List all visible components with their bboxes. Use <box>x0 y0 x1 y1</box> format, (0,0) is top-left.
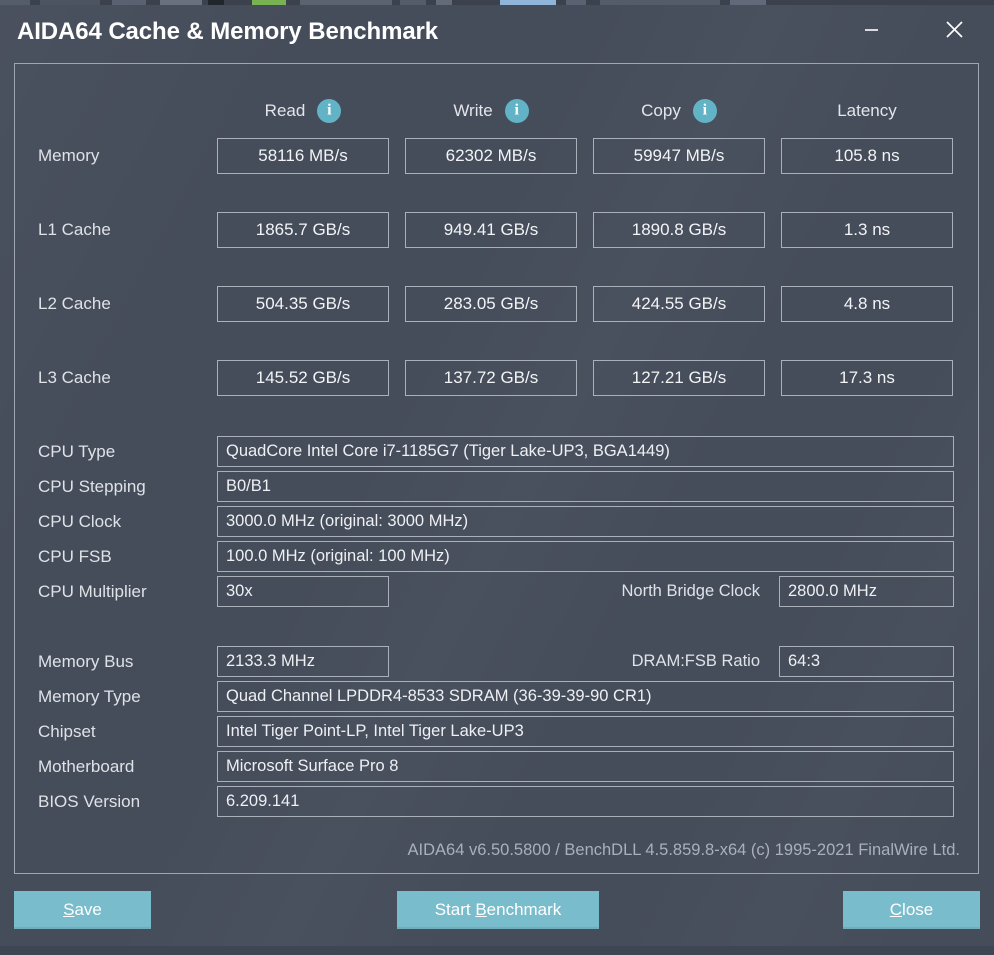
minimize-icon <box>864 28 878 31</box>
save-button[interactable]: Save <box>14 891 151 929</box>
info-icon-write[interactable]: i <box>504 99 529 123</box>
row-label-l2-cache: L2 Cache <box>38 294 111 313</box>
l3-write-value: 137.72 GB/s <box>405 360 577 396</box>
info-icon-copy[interactable]: i <box>692 99 717 123</box>
window-title: AIDA64 Cache & Memory Benchmark <box>17 18 439 45</box>
start-benchmark-button[interactable]: Start Benchmark <box>397 891 599 929</box>
row-label-l3-cache: L3 Cache <box>38 368 111 387</box>
column-header-latency-label: Latency <box>837 101 897 120</box>
minimize-button[interactable] <box>843 5 899 53</box>
cpu-multiplier-value: 30x <box>217 576 389 607</box>
memory-copy-value: 59947 MB/s <box>593 138 765 174</box>
l3-latency-value: 17.3 ns <box>781 360 953 396</box>
memory-type-value: Quad Channel LPDDR4-8533 SDRAM (36-39-39… <box>217 681 954 712</box>
save-button-label: Save <box>63 900 102 920</box>
column-header-copy-label: Copy <box>641 101 681 120</box>
l2-read-value: 504.35 GB/s <box>217 286 389 322</box>
bottom-edge-bar <box>0 946 994 955</box>
column-header-read-label: Read <box>264 101 306 120</box>
memory-bus-label: Memory Bus <box>38 652 134 671</box>
l2-latency-value: 4.8 ns <box>781 286 953 322</box>
chipset-label: Chipset <box>38 722 96 741</box>
save-label-suffix: ave <box>74 900 102 919</box>
close-icon <box>945 20 963 38</box>
north-bridge-clock-label: North Bridge Clock <box>621 582 760 600</box>
row-label-l1-cache: L1 Cache <box>38 220 111 239</box>
cpu-fsb-label: CPU FSB <box>38 547 112 566</box>
l3-copy-value: 127.21 GB/s <box>593 360 765 396</box>
memory-type-label: Memory Type <box>38 687 141 706</box>
motherboard-label: Motherboard <box>38 757 135 776</box>
cpu-stepping-value: B0/B1 <box>217 471 954 502</box>
start-label-prefix: Start <box>434 900 476 919</box>
cpu-clock-value: 3000.0 MHz (original: 3000 MHz) <box>217 506 954 537</box>
l2-write-value: 283.05 GB/s <box>405 286 577 322</box>
memory-latency-value: 105.8 ns <box>781 138 953 174</box>
info-icon-read[interactable]: i <box>317 99 342 123</box>
north-bridge-clock-value: 2800.0 MHz <box>779 576 954 607</box>
cpu-type-value: QuadCore Intel Core i7-1185G7 (Tiger Lak… <box>217 436 954 467</box>
cpu-multiplier-label: CPU Multiplier <box>38 582 147 601</box>
bios-version-value: 6.209.141 <box>217 786 954 817</box>
close-label-suffix: lose <box>902 900 934 919</box>
l2-copy-value: 424.55 GB/s <box>593 286 765 322</box>
l3-read-value: 145.52 GB/s <box>217 360 389 396</box>
dram-fsb-ratio-value: 64:3 <box>779 646 954 677</box>
chipset-value: Intel Tiger Point-LP, Intel Tiger Lake-U… <box>217 716 954 747</box>
column-header-read: Read i <box>217 97 389 125</box>
l1-write-value: 949.41 GB/s <box>405 212 577 248</box>
cpu-type-label: CPU Type <box>38 442 116 461</box>
dram-fsb-ratio-label: DRAM:FSB Ratio <box>631 652 760 670</box>
column-header-write-label: Write <box>453 101 493 120</box>
close-label-accel: C <box>889 900 903 919</box>
start-benchmark-label: Start Benchmark <box>435 900 562 920</box>
cpu-clock-label: CPU Clock <box>38 512 122 531</box>
bios-version-label: BIOS Version <box>38 792 141 811</box>
version-footer-text: AIDA64 v6.50.5800 / BenchDLL 4.5.859.8-x… <box>407 841 960 859</box>
cpu-fsb-value: 100.0 MHz (original: 100 MHz) <box>217 541 954 572</box>
column-header-copy: Copy i <box>593 97 765 125</box>
column-header-latency: Latency <box>781 97 953 125</box>
l1-copy-value: 1890.8 GB/s <box>593 212 765 248</box>
l1-read-value: 1865.7 GB/s <box>217 212 389 248</box>
memory-write-value: 62302 MB/s <box>405 138 577 174</box>
l1-latency-value: 1.3 ns <box>781 212 953 248</box>
close-button[interactable]: Close <box>843 891 980 929</box>
motherboard-value: Microsoft Surface Pro 8 <box>217 751 954 782</box>
cpu-stepping-label: CPU Stepping <box>38 477 146 496</box>
start-label-accel: B <box>475 900 487 919</box>
close-window-button[interactable] <box>926 5 982 53</box>
close-button-label: Close <box>890 900 933 920</box>
column-header-write: Write i <box>405 97 577 125</box>
start-label-suffix: enchmark <box>486 900 562 919</box>
title-bar: AIDA64 Cache & Memory Benchmark <box>0 5 994 63</box>
memory-read-value: 58116 MB/s <box>217 138 389 174</box>
row-label-memory: Memory <box>38 146 100 165</box>
memory-bus-value: 2133.3 MHz <box>217 646 389 677</box>
save-label-accel: S <box>63 900 75 919</box>
